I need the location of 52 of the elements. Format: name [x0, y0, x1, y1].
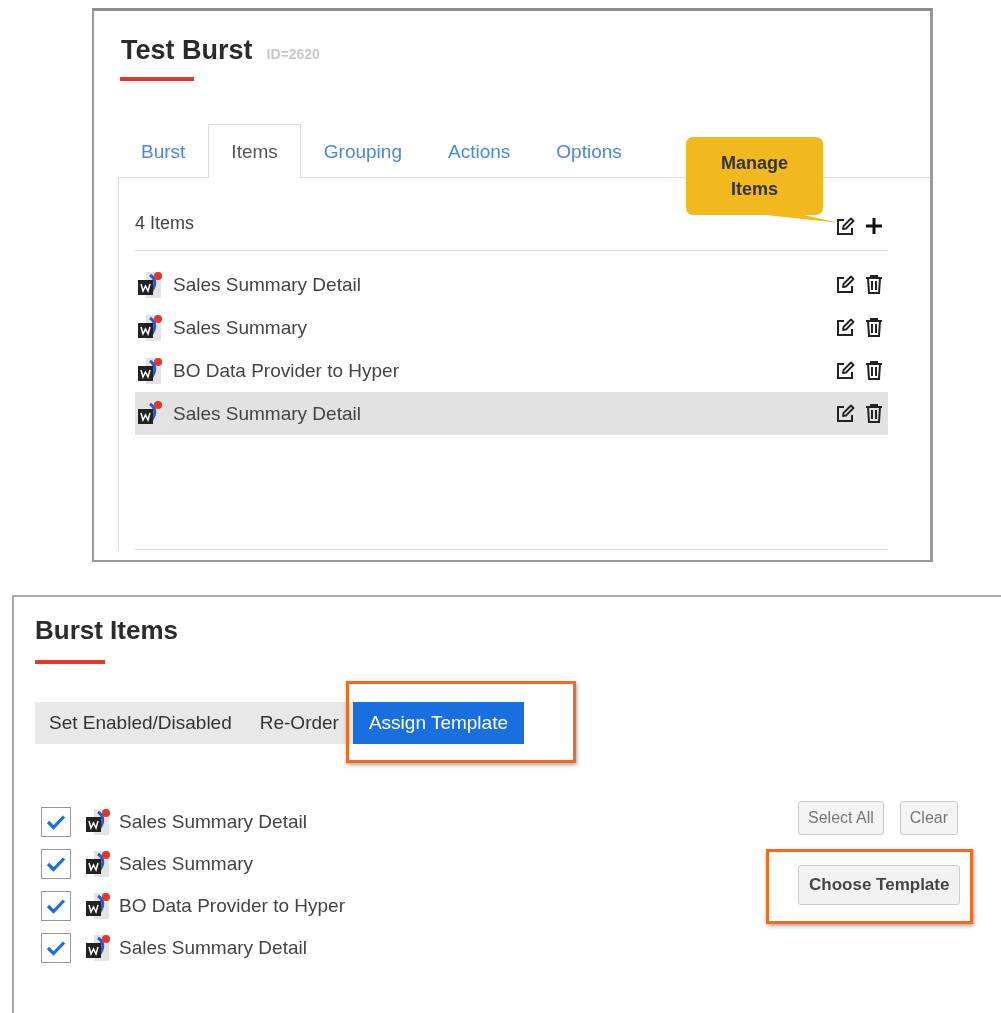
checkbox[interactable]: [41, 849, 71, 879]
report-icon: [137, 269, 163, 300]
panel-title: Test Burst: [121, 35, 253, 66]
report-icon: [137, 312, 163, 343]
panel-title: Burst Items: [35, 615, 180, 646]
tab[interactable]: Actions: [425, 124, 534, 177]
add-icon: [864, 216, 884, 236]
report-icon: [85, 933, 111, 963]
check-icon: [46, 814, 66, 830]
item-name: BO Data Provider to Hyper: [119, 895, 345, 917]
item-name[interactable]: Sales Summary Detail: [173, 402, 835, 425]
tab[interactable]: Options: [533, 124, 645, 177]
tab[interactable]: Burst: [118, 124, 209, 177]
check-icon: [46, 856, 66, 872]
item-name[interactable]: BO Data Provider to Hyper: [173, 359, 835, 382]
delete-icon: [864, 317, 884, 338]
report-icon: [85, 807, 111, 837]
edit-icon: [835, 317, 856, 338]
tab[interactable]: Grouping: [300, 124, 425, 177]
checkbox[interactable]: [41, 891, 71, 921]
button[interactable]: Clear: [899, 801, 959, 835]
item-count: 4 Items: [135, 211, 195, 234]
item-name: Sales Summary Detail: [119, 811, 308, 833]
button[interactable]: Select All: [798, 801, 884, 835]
report-icon: [137, 355, 163, 386]
mode-tab[interactable]: Set Enabled/Disabled: [35, 702, 246, 744]
button[interactable]: Choose Template: [798, 865, 961, 905]
list-row[interactable]: BO Data Provider to Hyper: [135, 349, 888, 392]
edit-icon: [835, 215, 856, 237]
edit-icon: [835, 274, 856, 295]
checkbox[interactable]: [41, 933, 71, 963]
mode-tab[interactable]: Re-Order: [245, 702, 353, 744]
edit-icon: [835, 360, 856, 381]
report-icon: [85, 891, 111, 921]
list-row[interactable]: Sales Summary Detail: [135, 263, 888, 306]
delete-icon: [864, 403, 884, 424]
list-row[interactable]: Sales Summary: [135, 306, 888, 349]
item-name[interactable]: Sales Summary Detail: [173, 273, 835, 296]
item-name: Sales Summary Detail: [119, 937, 308, 959]
title-underline: [35, 660, 105, 664]
report-icon: [85, 849, 111, 879]
edit-icon: [835, 403, 856, 424]
tab[interactable]: Items: [208, 124, 301, 178]
checkbox[interactable]: [41, 807, 71, 837]
delete-icon: [864, 360, 884, 381]
check-icon: [46, 940, 66, 956]
item-name[interactable]: Sales Summary: [173, 316, 835, 339]
mode-tab[interactable]: Assign Template: [352, 702, 524, 744]
item-name: Sales Summary: [119, 853, 255, 875]
delete-icon: [864, 274, 884, 295]
list-row[interactable]: Sales Summary Detail: [135, 392, 888, 435]
check-icon: [46, 898, 66, 914]
